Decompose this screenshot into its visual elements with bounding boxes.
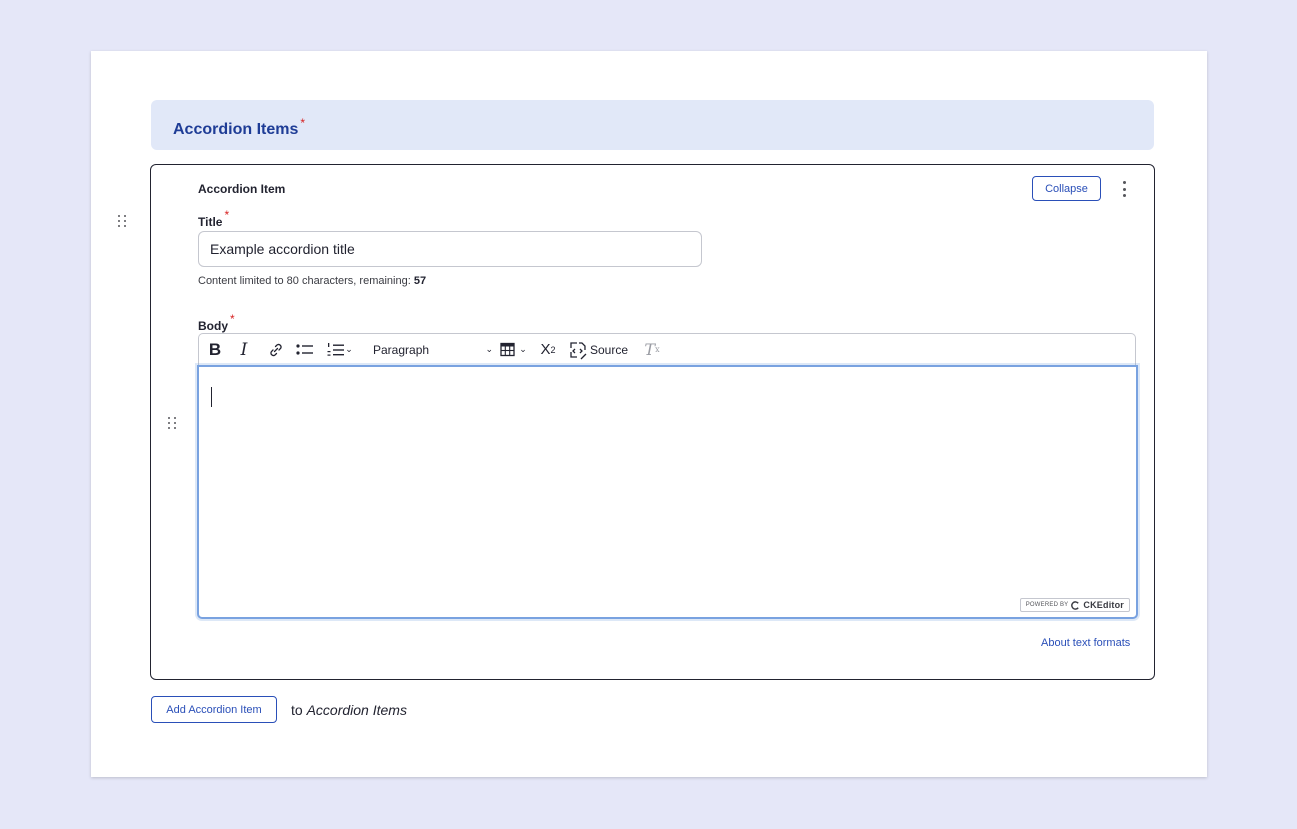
required-mark: * xyxy=(224,208,230,222)
chevron-down-icon: ⌄ xyxy=(519,344,527,354)
text-cursor xyxy=(211,387,212,407)
drag-handle-icon[interactable] xyxy=(168,417,180,433)
powered-by-ckeditor-badge[interactable]: POWERED BY CKEditor xyxy=(1019,598,1130,612)
title-input[interactable] xyxy=(198,231,702,267)
add-target-text: to Accordion Items xyxy=(291,702,407,718)
collapse-button[interactable]: Collapse xyxy=(1032,176,1101,201)
accordion-item-label: Accordion Item xyxy=(198,182,286,196)
link-icon xyxy=(270,343,282,356)
required-mark: * xyxy=(300,116,306,130)
table-icon xyxy=(500,342,515,357)
chevron-down-icon: ⌄ xyxy=(485,344,493,354)
remove-format-button[interactable]: Tx xyxy=(643,334,661,365)
required-mark: * xyxy=(230,312,235,326)
bulleted-list-icon xyxy=(296,343,313,355)
paragraphs-form-card: Accordion Items * Accordion Item Collapse… xyxy=(91,51,1207,777)
character-limit-hint: Content limited to 80 characters, remain… xyxy=(198,275,427,287)
drag-handle-icon[interactable] xyxy=(118,215,130,231)
source-label: Source xyxy=(589,342,628,357)
body-field-label: Body * xyxy=(198,312,235,333)
accordion-item-panel: Accordion Item Collapse Title* Content l… xyxy=(150,164,1155,680)
about-text-formats-link[interactable]: About text formats xyxy=(1041,637,1130,649)
link-button[interactable] xyxy=(266,334,286,365)
source-button[interactable]: Source xyxy=(568,334,628,365)
remaining-count: 57 xyxy=(413,275,427,287)
heading-format-dropdown[interactable]: Paragraph ⌄ xyxy=(373,334,493,365)
chevron-down-icon: ⌄ xyxy=(345,344,353,354)
numbered-list-icon xyxy=(327,342,345,356)
editor-toolbar: B I ⌄ Paragraph ⌄ ⌄ X2 Source T x xyxy=(198,333,1136,365)
numbered-list-button[interactable]: ⌄ xyxy=(324,334,356,365)
section-header: Accordion Items * xyxy=(151,100,1154,150)
bulleted-list-button[interactable] xyxy=(295,334,315,365)
body-editor[interactable]: POWERED BY CKEditor xyxy=(197,365,1138,619)
italic-button[interactable]: I xyxy=(236,334,252,365)
source-code-icon xyxy=(570,341,587,359)
bold-button[interactable]: B xyxy=(207,334,223,365)
format-dropdown-value: Paragraph xyxy=(373,342,430,357)
add-accordion-item-button[interactable]: Add Accordion Item xyxy=(151,696,277,723)
insert-table-button[interactable]: ⌄ xyxy=(496,334,531,365)
kebab-menu-icon[interactable] xyxy=(1121,181,1127,197)
ckeditor-logo-icon xyxy=(1071,600,1080,610)
superscript-button[interactable]: X2 xyxy=(538,334,558,365)
section-title: Accordion Items * xyxy=(173,116,306,138)
title-field-label: Title * xyxy=(198,208,230,229)
